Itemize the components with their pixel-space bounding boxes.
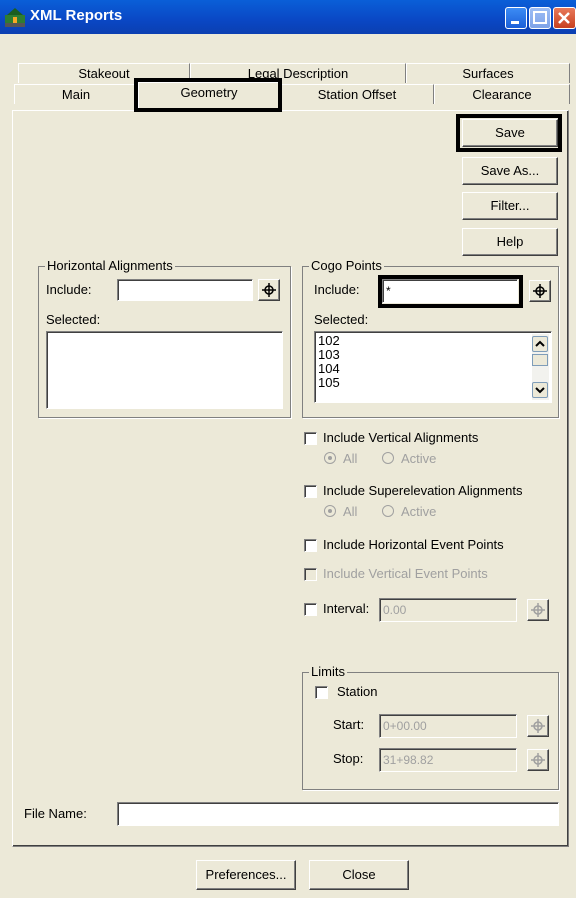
chevron-up-icon [535,340,545,347]
horizontal-include-label: Include: [46,282,92,297]
list-item[interactable]: 103 [318,348,340,362]
close-button[interactable]: Close [309,860,409,890]
app-icon [5,8,25,27]
close-window-button[interactable] [553,7,576,29]
horizontal-selected-list[interactable] [46,331,283,409]
vertical-alignments-checkbox[interactable] [304,432,317,445]
start-label: Start: [333,717,365,732]
cogo-include-label: Include: [314,282,360,297]
radio-dot [328,456,332,460]
stop-label: Stop: [333,751,364,766]
list-item[interactable]: 105 [318,376,340,390]
cogo-points-legend: Cogo Points [309,258,384,273]
pick-target-icon [531,719,545,733]
radio-dot [328,509,332,513]
vertical-event-points-label: Include Vertical Event Points [323,566,488,581]
scroll-thumb[interactable] [532,354,548,366]
list-item[interactable]: 102 [318,334,340,348]
close-icon [558,12,570,24]
cogo-list-items: 102 103 104 105 [318,334,340,390]
file-name-label: File Name: [24,806,87,821]
chevron-down-icon [535,387,545,394]
tab-legal-description[interactable]: Legal Description [190,63,406,83]
superelevation-active-label: Active [401,504,437,519]
pick-target-icon [533,284,547,298]
horizontal-pick-button[interactable] [258,279,280,301]
stop-pick-button[interactable] [527,749,549,771]
tab-geometry[interactable]: Geometry [138,82,280,110]
cogo-include-input[interactable]: * [382,279,518,303]
vertical-alignments-label: Include Vertical Alignments [323,430,479,445]
xml-reports-window: XML Reports Stakeout Legal Description S… [0,0,576,898]
maximize-button[interactable] [529,7,551,29]
tab-main[interactable]: Main [14,84,138,104]
horizontal-selected-label: Selected: [46,312,101,327]
save-button[interactable]: Save [462,119,558,147]
stop-input[interactable]: 31+98.82 [379,748,517,772]
interval-label: Interval: [323,601,370,616]
horizontal-alignments-legend: Horizontal Alignments [45,258,175,273]
cogo-list-scrollbar[interactable] [532,334,549,400]
maximize-icon [533,11,547,24]
interval-pick-button[interactable] [527,599,549,621]
scroll-down-button[interactable] [532,382,548,398]
filter-button[interactable]: Filter... [462,192,558,220]
superelevation-all-label: All [343,504,358,519]
vertical-event-points-checkbox[interactable] [304,568,317,581]
vertical-all-label: All [343,451,358,466]
start-input[interactable]: 0+00.00 [379,714,517,738]
pick-target-icon [531,603,545,617]
cogo-selected-list[interactable]: 102 103 104 105 [314,331,552,403]
interval-checkbox[interactable] [304,603,317,616]
scroll-up-button[interactable] [532,336,548,352]
minimize-button[interactable] [505,7,527,29]
vertical-active-label: Active [401,451,437,466]
superelevation-alignments-label: Include Superelevation Alignments [323,483,523,498]
vertical-all-radio[interactable] [324,452,336,464]
file-name-input[interactable] [117,802,559,826]
pick-target-icon [531,753,545,767]
minimize-icon [511,21,519,24]
horizontal-event-points-label: Include Horizontal Event Points [323,537,504,552]
help-button[interactable]: Help [462,228,558,256]
tab-clearance[interactable]: Clearance [434,84,570,104]
tab-surfaces[interactable]: Surfaces [406,63,570,83]
save-as-button[interactable]: Save As... [462,157,558,185]
list-item[interactable]: 104 [318,362,340,376]
pick-target-icon [262,283,276,297]
horizontal-include-input[interactable] [117,279,253,301]
tab-station-offset[interactable]: Station Offset [280,84,434,104]
superelevation-active-radio[interactable] [382,505,394,517]
start-pick-button[interactable] [527,715,549,737]
cogo-pick-button[interactable] [529,280,551,302]
window-title: XML Reports [30,7,123,24]
tab-stakeout[interactable]: Stakeout [18,63,190,83]
interval-input[interactable]: 0.00 [379,598,517,622]
limits-legend: Limits [309,664,347,679]
title-bar[interactable]: XML Reports [0,0,576,34]
station-label: Station [337,684,378,699]
superelevation-all-radio[interactable] [324,505,336,517]
cogo-selected-label: Selected: [314,312,369,327]
station-checkbox[interactable] [315,686,328,699]
superelevation-alignments-checkbox[interactable] [304,485,317,498]
vertical-active-radio[interactable] [382,452,394,464]
preferences-button[interactable]: Preferences... [196,860,296,890]
horizontal-event-points-checkbox[interactable] [304,539,317,552]
